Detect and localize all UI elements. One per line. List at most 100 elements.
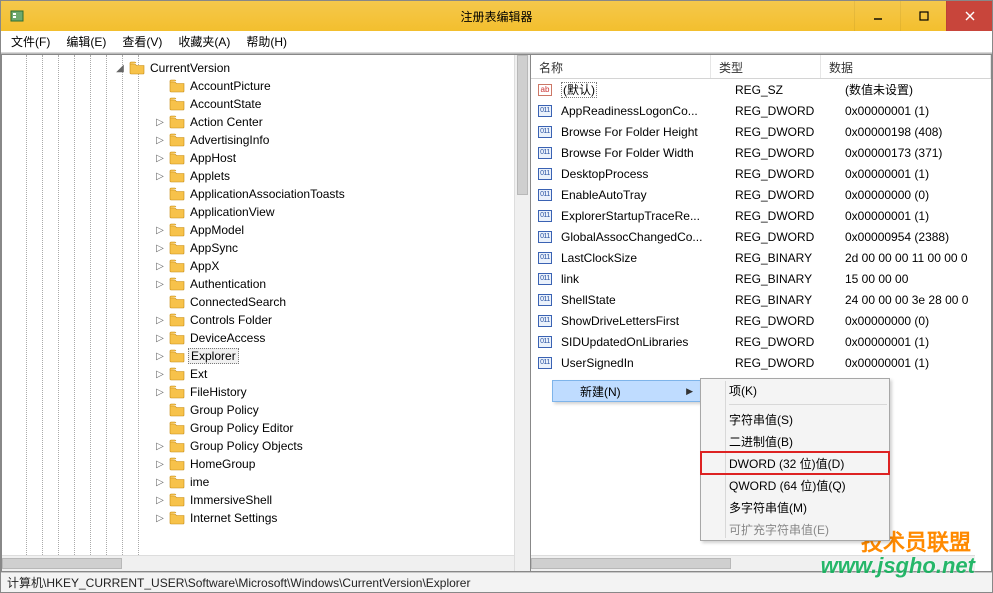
tree-twisty-icon[interactable]: ▷ <box>154 279 166 290</box>
context-item[interactable]: DWORD (32 位)值(D) <box>701 452 889 474</box>
tree-node[interactable]: ApplicationView <box>8 203 528 221</box>
list-header[interactable]: 名称 类型 数据 <box>531 55 991 79</box>
list-row[interactable]: 011DesktopProcessREG_DWORD0x00000001 (1) <box>531 163 991 184</box>
tree-twisty-icon[interactable]: ▷ <box>154 171 166 182</box>
col-data[interactable]: 数据 <box>821 55 991 78</box>
tree-twisty-icon[interactable]: ▷ <box>154 225 166 236</box>
list-row[interactable]: 011LastClockSizeREG_BINARY2d 00 00 00 11… <box>531 247 991 268</box>
minimize-button[interactable] <box>854 1 900 31</box>
registry-tree[interactable]: ◢CurrentVersionAccountPictureAccountStat… <box>2 55 530 571</box>
list-row[interactable]: 011SIDUpdatedOnLibrariesREG_DWORD0x00000… <box>531 331 991 352</box>
tree-node[interactable]: ▷Applets <box>8 167 528 185</box>
tree-twisty-icon[interactable]: ▷ <box>154 261 166 272</box>
tree-twisty-icon[interactable]: ▷ <box>154 495 166 506</box>
tree-node[interactable]: ▷ Authentication <box>8 275 528 293</box>
menu-item[interactable]: 编辑(E) <box>60 31 112 52</box>
list-row[interactable]: 011AppReadinessLogonCo...REG_DWORD0x0000… <box>531 100 991 121</box>
menu-item[interactable]: 文件(F) <box>5 31 56 52</box>
list-row[interactable]: 011ShowDriveLettersFirstREG_DWORD0x00000… <box>531 310 991 331</box>
tree-label: AppModel <box>188 223 246 237</box>
tree-node[interactable]: ▷AppX <box>8 257 528 275</box>
value-type: REG_DWORD <box>727 314 837 328</box>
list-row[interactable]: 011EnableAutoTrayREG_DWORD0x00000000 (0) <box>531 184 991 205</box>
tree-node[interactable]: ▷ ImmersiveShell <box>8 491 528 509</box>
tree-node-root[interactable]: ◢CurrentVersion <box>8 59 528 77</box>
tree-node[interactable]: Group Policy <box>8 401 528 419</box>
tree-vertical-scrollbar[interactable] <box>514 55 530 571</box>
tree-label: Authentication <box>188 277 268 291</box>
tree-node[interactable]: Group Policy Editor <box>8 419 528 437</box>
tree-node[interactable]: ApplicationAssociationToasts <box>8 185 528 203</box>
tree-twisty-icon[interactable]: ▷ <box>154 351 166 362</box>
tree-node[interactable]: ▷DeviceAccess <box>8 329 528 347</box>
value-name: ShowDriveLettersFirst <box>561 314 679 328</box>
tree-node[interactable]: ▷ AdvertisingInfo <box>8 131 528 149</box>
values-horizontal-scrollbar[interactable] <box>531 555 975 571</box>
tree-twisty-icon[interactable]: ▷ <box>154 459 166 470</box>
tree-twisty-icon[interactable]: ▷ <box>154 243 166 254</box>
tree-twisty-icon[interactable]: ▷ <box>154 333 166 344</box>
list-row[interactable]: 011GlobalAssocChangedCo...REG_DWORD0x000… <box>531 226 991 247</box>
tree-label: Internet Settings <box>188 511 279 525</box>
tree-node[interactable]: ▷Explorer <box>8 347 528 365</box>
value-type: REG_BINARY <box>727 293 837 307</box>
col-type[interactable]: 类型 <box>711 55 821 78</box>
tree-node[interactable]: ▷Controls Folder <box>8 311 528 329</box>
context-item-new[interactable]: 新建(N) ▶ <box>552 380 702 402</box>
tree-node[interactable]: ▷ime <box>8 473 528 491</box>
list-row[interactable]: 011linkREG_BINARY15 00 00 00 <box>531 268 991 289</box>
tree-twisty-icon[interactable]: ▷ <box>154 135 166 146</box>
tree-label: AdvertisingInfo <box>188 133 271 147</box>
maximize-button[interactable] <box>900 1 946 31</box>
tree-twisty-icon[interactable]: ▷ <box>154 315 166 326</box>
tree-node[interactable]: ▷AppSync <box>8 239 528 257</box>
tree-node[interactable]: ▷Ext <box>8 365 528 383</box>
context-item[interactable]: QWORD (64 位)值(Q) <box>701 474 889 496</box>
tree-node[interactable]: ▷HomeGroup <box>8 455 528 473</box>
tree-node[interactable]: AccountPicture <box>8 77 528 95</box>
tree-twisty-icon[interactable]: ▷ <box>154 117 166 128</box>
context-item[interactable]: 项(K) <box>701 379 889 401</box>
tree-horizontal-scrollbar[interactable] <box>2 555 514 571</box>
list-row[interactable]: 011Browse For Folder WidthREG_DWORD0x000… <box>531 142 991 163</box>
list-row[interactable]: 011ShellStateREG_BINARY24 00 00 00 3e 28… <box>531 289 991 310</box>
menu-item[interactable]: 收藏夹(A) <box>172 31 236 52</box>
tree-twisty-icon[interactable]: ▷ <box>154 477 166 488</box>
tree-node[interactable]: ▷FileHistory <box>8 383 528 401</box>
tree-twisty-icon[interactable]: ▷ <box>154 513 166 524</box>
tree-node[interactable]: ConnectedSearch <box>8 293 528 311</box>
col-name[interactable]: 名称 <box>531 55 711 78</box>
tree-twisty-icon[interactable]: ▷ <box>154 369 166 380</box>
tree-node[interactable]: ▷Action Center <box>8 113 528 131</box>
context-menu-new[interactable]: 新建(N) ▶ <box>552 380 702 402</box>
binary-value-icon: 011 <box>538 105 552 117</box>
binary-value-icon: 011 <box>538 210 552 222</box>
tree-pane: ◢CurrentVersionAccountPictureAccountStat… <box>1 54 531 572</box>
binary-value-icon: 011 <box>538 189 552 201</box>
menu-item[interactable]: 帮助(H) <box>240 31 293 52</box>
context-item[interactable]: 二进制值(B) <box>701 430 889 452</box>
tree-twisty-icon[interactable]: ▷ <box>154 387 166 398</box>
tree-twisty-icon[interactable]: ▷ <box>154 153 166 164</box>
value-name: (默认) <box>561 82 597 98</box>
tree-twisty-icon[interactable]: ▷ <box>154 441 166 452</box>
list-row[interactable]: 011ExplorerStartupTraceRe...REG_DWORD0x0… <box>531 205 991 226</box>
tree-node[interactable]: ▷ Internet Settings <box>8 509 528 527</box>
context-item[interactable]: 字符串值(S) <box>701 408 889 430</box>
list-row[interactable]: 011Browse For Folder HeightREG_DWORD0x00… <box>531 121 991 142</box>
list-row[interactable]: 011UserSignedInREG_DWORD0x00000001 (1) <box>531 352 991 373</box>
list-row[interactable]: ab(默认)REG_SZ(数值未设置) <box>531 79 991 100</box>
tree-twisty-icon[interactable]: ◢ <box>114 63 126 74</box>
tree-label: ImmersiveShell <box>188 493 274 507</box>
tree-node[interactable]: ▷Group Policy Objects <box>8 437 528 455</box>
value-data: 0x00000001 (1) <box>837 209 991 223</box>
tree-node[interactable]: ▷AppHost <box>8 149 528 167</box>
context-submenu-new[interactable]: 项(K) 字符串值(S)二进制值(B)DWORD (32 位)值(D)QWORD … <box>700 378 890 541</box>
tree-node[interactable]: AccountState <box>8 95 528 113</box>
titlebar[interactable]: 注册表编辑器 <box>1 1 992 31</box>
close-button[interactable] <box>946 1 992 31</box>
tree-node[interactable]: ▷ AppModel <box>8 221 528 239</box>
context-item[interactable]: 多字符串值(M) <box>701 496 889 518</box>
menu-item[interactable]: 查看(V) <box>116 31 168 52</box>
value-data: 24 00 00 00 3e 28 00 0 <box>837 293 991 307</box>
